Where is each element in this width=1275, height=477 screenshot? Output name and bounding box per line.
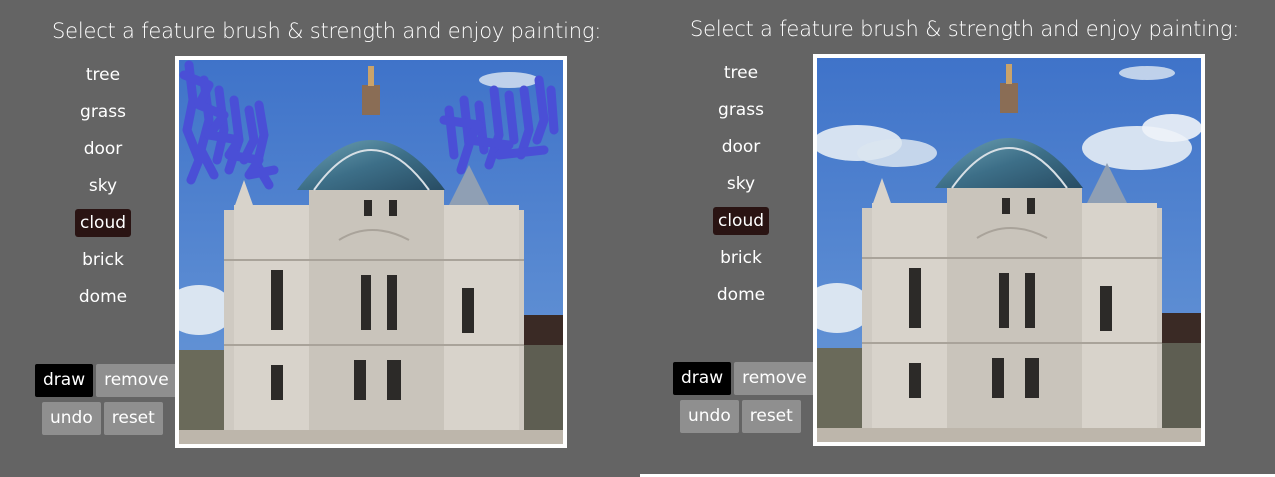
mode-buttons: draw remove — [673, 362, 815, 395]
generated-building-image — [817, 58, 1201, 442]
undo-button[interactable]: undo — [680, 400, 739, 433]
feature-tree[interactable]: tree — [711, 58, 771, 95]
feature-grass[interactable]: grass — [711, 95, 771, 132]
feature-door[interactable]: door — [73, 134, 133, 171]
feature-brush-list: tree grass door sky cloud brick dome — [711, 58, 771, 317]
history-buttons: undo reset — [42, 402, 163, 435]
remove-button[interactable]: remove — [734, 362, 815, 395]
feature-dome[interactable]: dome — [711, 280, 771, 317]
feature-cloud[interactable]: cloud — [711, 206, 771, 243]
feature-sky[interactable]: sky — [711, 169, 771, 206]
painter-panel-left: Select a feature brush & strength and en… — [0, 0, 637, 477]
reset-button[interactable]: reset — [103, 402, 163, 435]
painting-canvas[interactable] — [175, 56, 567, 448]
panel-title: Select a feature brush & strength and en… — [52, 19, 602, 43]
feature-brick[interactable]: brick — [711, 243, 771, 280]
painter-panel-right: Select a feature brush & strength and en… — [638, 0, 1275, 477]
feature-brick[interactable]: brick — [73, 245, 133, 282]
undo-button[interactable]: undo — [42, 402, 101, 435]
feature-grass[interactable]: grass — [73, 97, 133, 134]
panel-title: Select a feature brush & strength and en… — [690, 17, 1240, 41]
reset-button[interactable]: reset — [741, 400, 801, 433]
draw-button[interactable]: draw — [35, 364, 94, 397]
draw-button[interactable]: draw — [673, 362, 732, 395]
feature-sky[interactable]: sky — [73, 171, 133, 208]
generated-building-image — [179, 60, 563, 444]
feature-cloud[interactable]: cloud — [73, 208, 133, 245]
remove-button[interactable]: remove — [96, 364, 177, 397]
feature-brush-list: tree grass door sky cloud brick dome — [73, 60, 133, 319]
feature-door[interactable]: door — [711, 132, 771, 169]
feature-tree[interactable]: tree — [73, 60, 133, 97]
painting-canvas[interactable] — [813, 54, 1205, 446]
feature-dome[interactable]: dome — [73, 282, 133, 319]
history-buttons: undo reset — [680, 400, 801, 433]
mode-buttons: draw remove — [35, 364, 177, 397]
